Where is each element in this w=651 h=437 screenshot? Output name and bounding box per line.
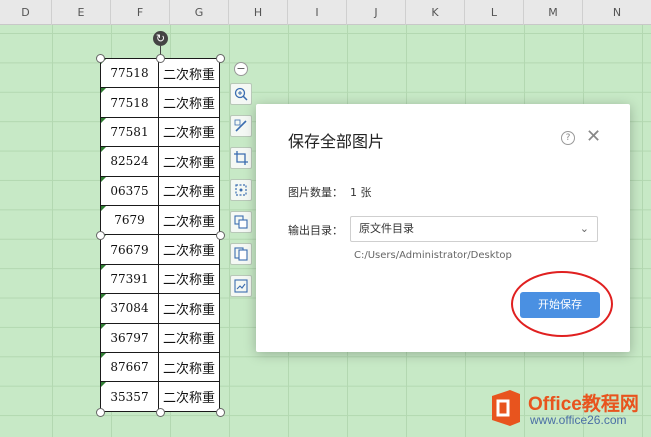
- table-cell-text: 二次称重: [162, 332, 215, 348]
- table-cell-number: 82524: [101, 147, 159, 176]
- table-cell-text: 二次称重: [162, 155, 215, 171]
- watermark-title: Office教程网: [528, 394, 639, 415]
- column-header-d[interactable]: D: [0, 0, 52, 25]
- table-cell-number: 7679: [101, 205, 159, 235]
- table-cell-text: 二次称重: [162, 302, 215, 318]
- table-row: 37084 二次称重: [101, 294, 219, 324]
- table-cell-number: 77518: [101, 59, 159, 88]
- chevron-down-icon: ⌄: [579, 222, 589, 235]
- table-cell-number: 77518: [101, 88, 159, 117]
- table-cell-number: 87667: [101, 352, 159, 382]
- rotate-handle-icon[interactable]: ↻: [153, 31, 168, 46]
- table-row: 06375 二次称重: [101, 176, 219, 206]
- resize-handle-top-left[interactable]: [96, 54, 105, 63]
- table-row: 77518 二次称重: [101, 88, 219, 118]
- column-header-m[interactable]: M: [524, 0, 583, 25]
- column-header-i[interactable]: I: [288, 0, 347, 25]
- table-cell-text: 二次称重: [162, 273, 215, 289]
- image-count-value: 1 张: [350, 186, 372, 199]
- help-icon[interactable]: ?: [561, 131, 575, 145]
- column-header-e[interactable]: E: [52, 0, 111, 25]
- table-image[interactable]: 77518 二次称重 77518 二次称重 77581 二次称重 82524 二次称重 …: [100, 58, 220, 412]
- table-cell-number: 76679: [101, 235, 159, 264]
- table-cell-text: 二次称重: [162, 67, 215, 83]
- office-logo-icon: [488, 388, 524, 428]
- column-header-k[interactable]: K: [406, 0, 465, 25]
- table-cell-number: 77581: [101, 117, 159, 147]
- column-header: D E F G H I J K L M N: [0, 0, 651, 25]
- resize-handle-bottom-left[interactable]: [96, 408, 105, 417]
- output-dir-selected: 原文件目录: [359, 222, 414, 235]
- collapse-toolbar-icon[interactable]: −: [234, 62, 248, 76]
- extract-text-icon[interactable]: [230, 211, 252, 233]
- resize-handle-right[interactable]: [216, 231, 225, 240]
- table-row: 7679 二次称重: [101, 205, 219, 236]
- resize-handle-top-right[interactable]: [216, 54, 225, 63]
- table-cell-text: 二次称重: [162, 214, 215, 230]
- watermark-url: www.office26.com: [530, 413, 627, 427]
- crop-icon[interactable]: [230, 147, 252, 169]
- table-row: 87667 二次称重: [101, 352, 219, 383]
- image-count-label: 图片数量：: [288, 186, 343, 199]
- output-path: C:/Users/Administrator/Desktop: [354, 250, 512, 261]
- table-cell-text: 二次称重: [162, 361, 215, 377]
- resize-handle-left[interactable]: [96, 231, 105, 240]
- highlight-circle: [511, 271, 613, 337]
- zoom-in-icon[interactable]: [230, 83, 252, 105]
- column-header-f[interactable]: F: [111, 0, 170, 25]
- column-header-h[interactable]: H: [229, 0, 288, 25]
- column-header-j[interactable]: J: [347, 0, 406, 25]
- copy-image-icon[interactable]: [230, 243, 252, 265]
- dialog-title: 保存全部图片: [288, 132, 385, 151]
- table-cell-number: 06375: [101, 176, 159, 205]
- output-dir-select[interactable]: 原文件目录 ⌄: [350, 216, 598, 242]
- table-cell-number: 36797: [101, 323, 159, 352]
- column-header-l[interactable]: L: [465, 0, 524, 25]
- output-dir-label: 输出目录：: [288, 224, 343, 237]
- table-row: 36797 二次称重: [101, 323, 219, 353]
- table-cell-number: 37084: [101, 294, 159, 323]
- table-cell-text: 二次称重: [162, 126, 215, 142]
- edit-image-icon[interactable]: [230, 115, 252, 137]
- table-row: 76679 二次称重: [101, 235, 219, 265]
- table-row: 77391 二次称重: [101, 264, 219, 295]
- resize-handle-top[interactable]: [156, 54, 165, 63]
- table-cell-text: 二次称重: [162, 391, 215, 407]
- resize-handle-bottom[interactable]: [156, 408, 165, 417]
- table-row: 77518 二次称重: [101, 59, 219, 89]
- table-cell-text: 二次称重: [162, 185, 215, 201]
- convert-icon[interactable]: [230, 179, 252, 201]
- table-cell-text: 二次称重: [162, 97, 215, 113]
- table-row: 77581 二次称重: [101, 117, 219, 148]
- table-row: 82524 二次称重: [101, 147, 219, 177]
- save-image-icon[interactable]: [230, 275, 252, 297]
- column-header-g[interactable]: G: [170, 0, 229, 25]
- close-icon[interactable]: ✕: [586, 126, 601, 147]
- resize-handle-bottom-right[interactable]: [216, 408, 225, 417]
- table-cell-text: 二次称重: [162, 244, 215, 260]
- column-header-n[interactable]: N: [583, 0, 651, 25]
- table-cell-number: 77391: [101, 264, 159, 294]
- table-cell-number: 35357: [101, 382, 159, 412]
